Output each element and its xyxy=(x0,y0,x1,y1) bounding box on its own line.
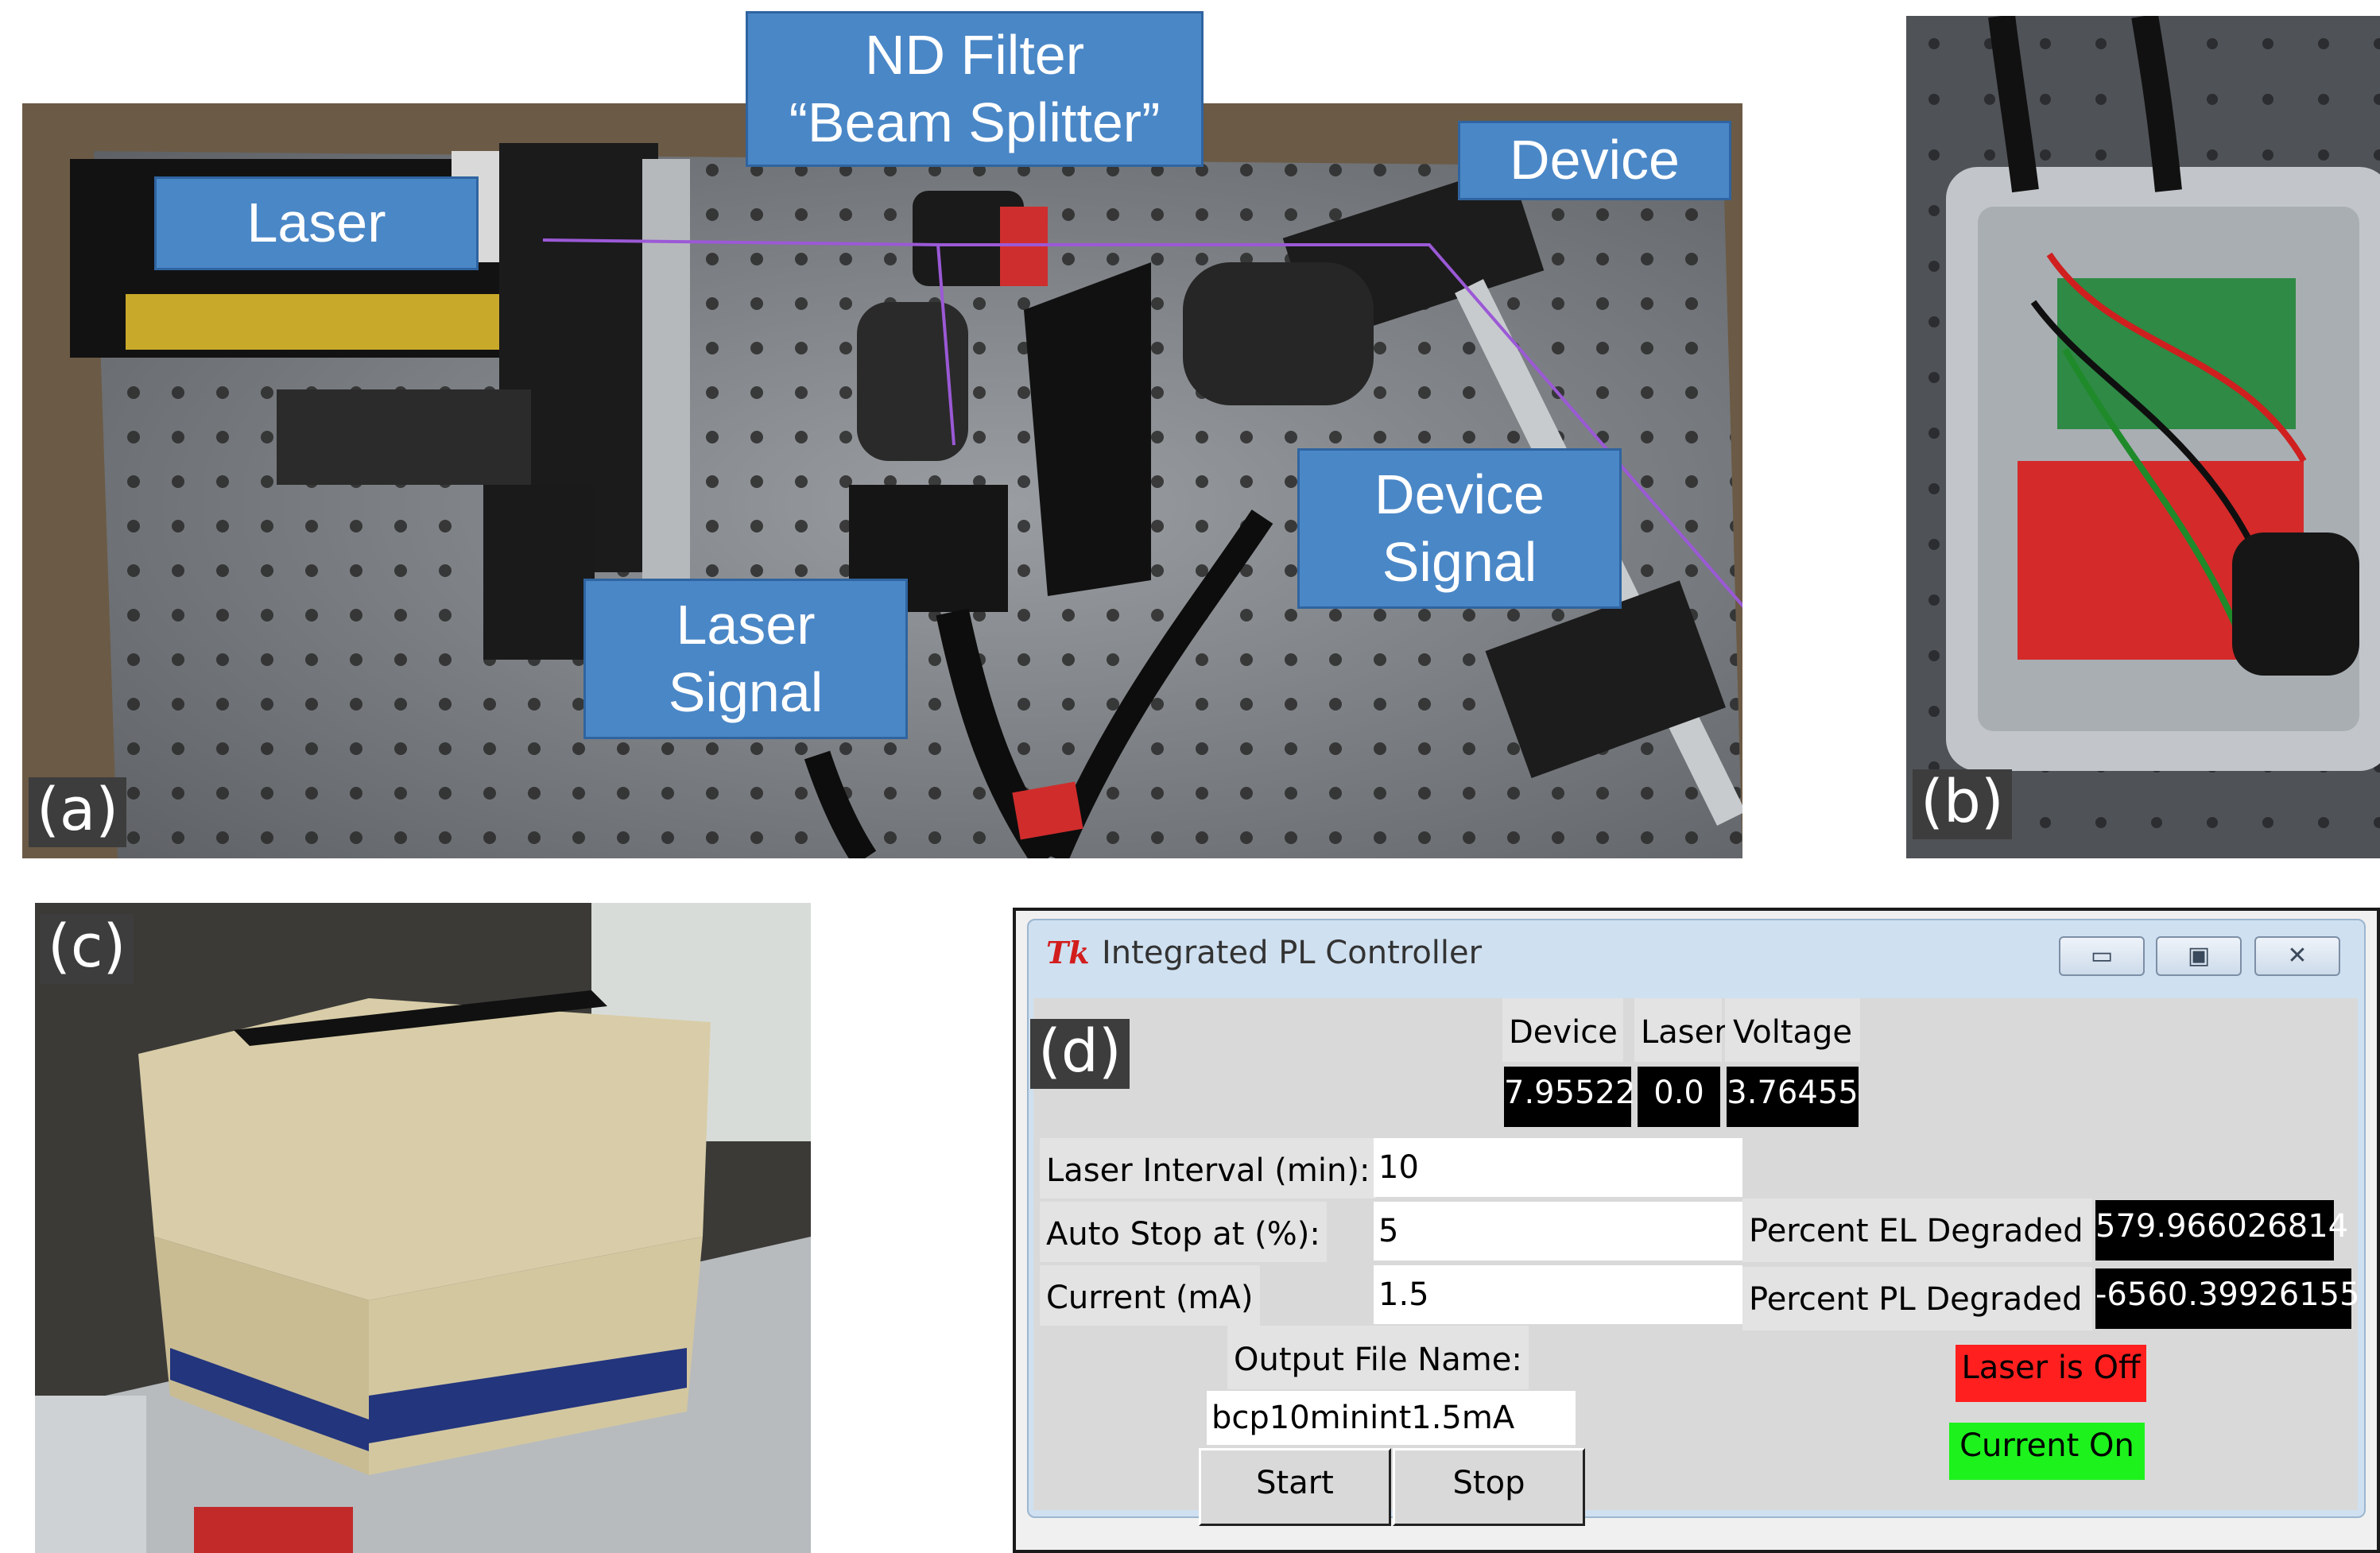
device-header: Device xyxy=(1502,998,1623,1062)
current-status-indicator: Current On xyxy=(1949,1423,2145,1480)
callout-nd-filter-line2: “Beam Splitter” xyxy=(789,91,1161,153)
laser-interval-input[interactable] xyxy=(1374,1138,1742,1197)
window-client-area: Device Laser Voltage 7.95522 0.0 3.76455… xyxy=(1033,998,2360,1526)
laser-status-indicator: Laser is Off xyxy=(1956,1345,2146,1402)
electronics-box-illustration xyxy=(1906,16,2380,858)
callout-laser-signal: Laser Signal xyxy=(583,579,908,739)
current-input[interactable] xyxy=(1374,1265,1742,1324)
laser-value: 0.0 xyxy=(1638,1067,1720,1127)
callout-laser-text: Laser xyxy=(246,192,386,254)
device-value: 7.95522 xyxy=(1504,1067,1635,1127)
window-titlebar[interactable]: Tk Integrated PL Controller ▭ ▣ ✕ xyxy=(1016,911,2377,984)
output-file-input[interactable] xyxy=(1207,1391,1576,1445)
voltage-header: Voltage xyxy=(1725,998,1860,1062)
callout-laser-signal-line2: Signal xyxy=(668,661,824,723)
voltage-value: 3.76455 xyxy=(1727,1067,1859,1127)
photo-electronics-box xyxy=(1906,16,2380,858)
tk-window: Tk Integrated PL Controller ▭ ▣ ✕ Device… xyxy=(1013,908,2380,1553)
current-label: Current (mA) xyxy=(1040,1265,1260,1326)
callout-nd-filter-line1: ND Filter xyxy=(864,23,1085,86)
output-file-label: Output File Name: xyxy=(1227,1326,1529,1389)
callout-device-signal: Device Signal xyxy=(1297,448,1622,609)
callout-laser-signal-line1: Laser xyxy=(676,593,816,656)
callout-device-text: Device xyxy=(1510,129,1680,192)
panel-b-label: (b) xyxy=(1913,769,2012,839)
callout-nd-filter: ND Filter “Beam Splitter” xyxy=(746,11,1204,167)
percent-pl-label: Percent PL Degraded xyxy=(1742,1267,2092,1330)
laser-header: Laser xyxy=(1634,998,1727,1062)
cardboard-enclosure-illustration xyxy=(35,903,811,1553)
auto-stop-input[interactable] xyxy=(1374,1202,1742,1261)
callout-device-signal-line2: Signal xyxy=(1382,531,1537,593)
photo-cardboard-enclosure xyxy=(35,903,811,1553)
laser-interval-label: Laser Interval (min): xyxy=(1040,1138,1377,1199)
panel-c-label: (c) xyxy=(40,914,134,984)
callout-device: Device xyxy=(1458,121,1731,200)
percent-pl-value: -6560.39926155 xyxy=(2095,1268,2360,1329)
tk-feather-icon: Tk xyxy=(1046,935,1090,970)
minimize-button[interactable]: ▭ xyxy=(2059,936,2145,976)
close-button[interactable]: ✕ xyxy=(2254,936,2340,976)
callout-laser: Laser xyxy=(154,176,479,270)
percent-el-label: Percent EL Degraded xyxy=(1742,1199,2092,1262)
maximize-button[interactable]: ▣ xyxy=(2156,936,2242,976)
auto-stop-label: Auto Stop at (%): xyxy=(1040,1202,1327,1262)
panel-d-label: (d) xyxy=(1030,1019,1130,1089)
callout-device-signal-line1: Device xyxy=(1374,463,1545,525)
window-title: Integrated PL Controller xyxy=(1102,935,1483,971)
start-button[interactable]: Start xyxy=(1199,1448,1391,1526)
panel-a-label: (a) xyxy=(29,777,127,847)
stop-button[interactable]: Stop xyxy=(1393,1448,1585,1526)
percent-el-value: 579.966026814 xyxy=(2095,1200,2348,1261)
